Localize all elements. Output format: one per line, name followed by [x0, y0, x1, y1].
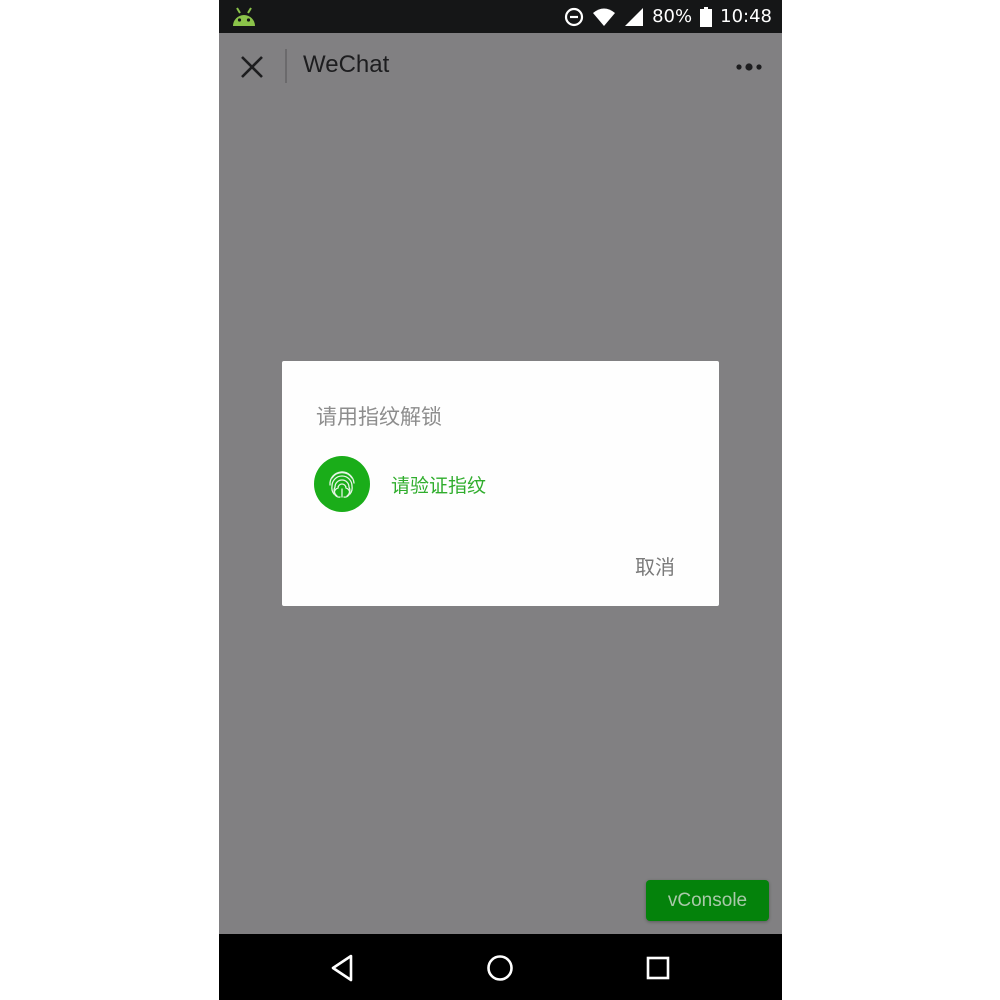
page-title: WeChat — [303, 51, 390, 78]
signal-icon — [624, 7, 644, 27]
status-indicators: 80% 10:48 — [564, 0, 772, 33]
more-icon[interactable] — [734, 55, 764, 79]
home-icon[interactable] — [484, 952, 516, 984]
wifi-icon — [592, 7, 616, 27]
data-saver-icon — [564, 7, 584, 27]
title-bar: WeChat — [219, 33, 782, 101]
recents-icon[interactable] — [642, 952, 674, 984]
clock-time: 10:48 — [720, 6, 772, 27]
fingerprint-icon — [314, 456, 370, 512]
fingerprint-dialog: 请用指纹解锁 请验证指纹 取消 — [282, 361, 719, 606]
back-icon[interactable] — [327, 952, 359, 984]
android-icon — [231, 6, 257, 28]
dialog-title: 请用指纹解锁 — [316, 405, 442, 429]
battery-percent: 80% — [652, 6, 693, 27]
vconsole-button[interactable]: vConsole — [646, 880, 769, 921]
phone-screen: 80% 10:48 WeChat 请用指纹解锁 请验证指纹 取消 vConsol… — [219, 0, 782, 1000]
nav-bar — [219, 934, 782, 1000]
fingerprint-prompt: 请验证指纹 — [391, 475, 487, 497]
battery-icon — [700, 6, 713, 27]
close-icon[interactable] — [237, 52, 267, 82]
status-bar: 80% 10:48 — [219, 0, 782, 33]
title-divider — [285, 49, 287, 83]
cancel-button[interactable]: 取消 — [635, 551, 675, 580]
